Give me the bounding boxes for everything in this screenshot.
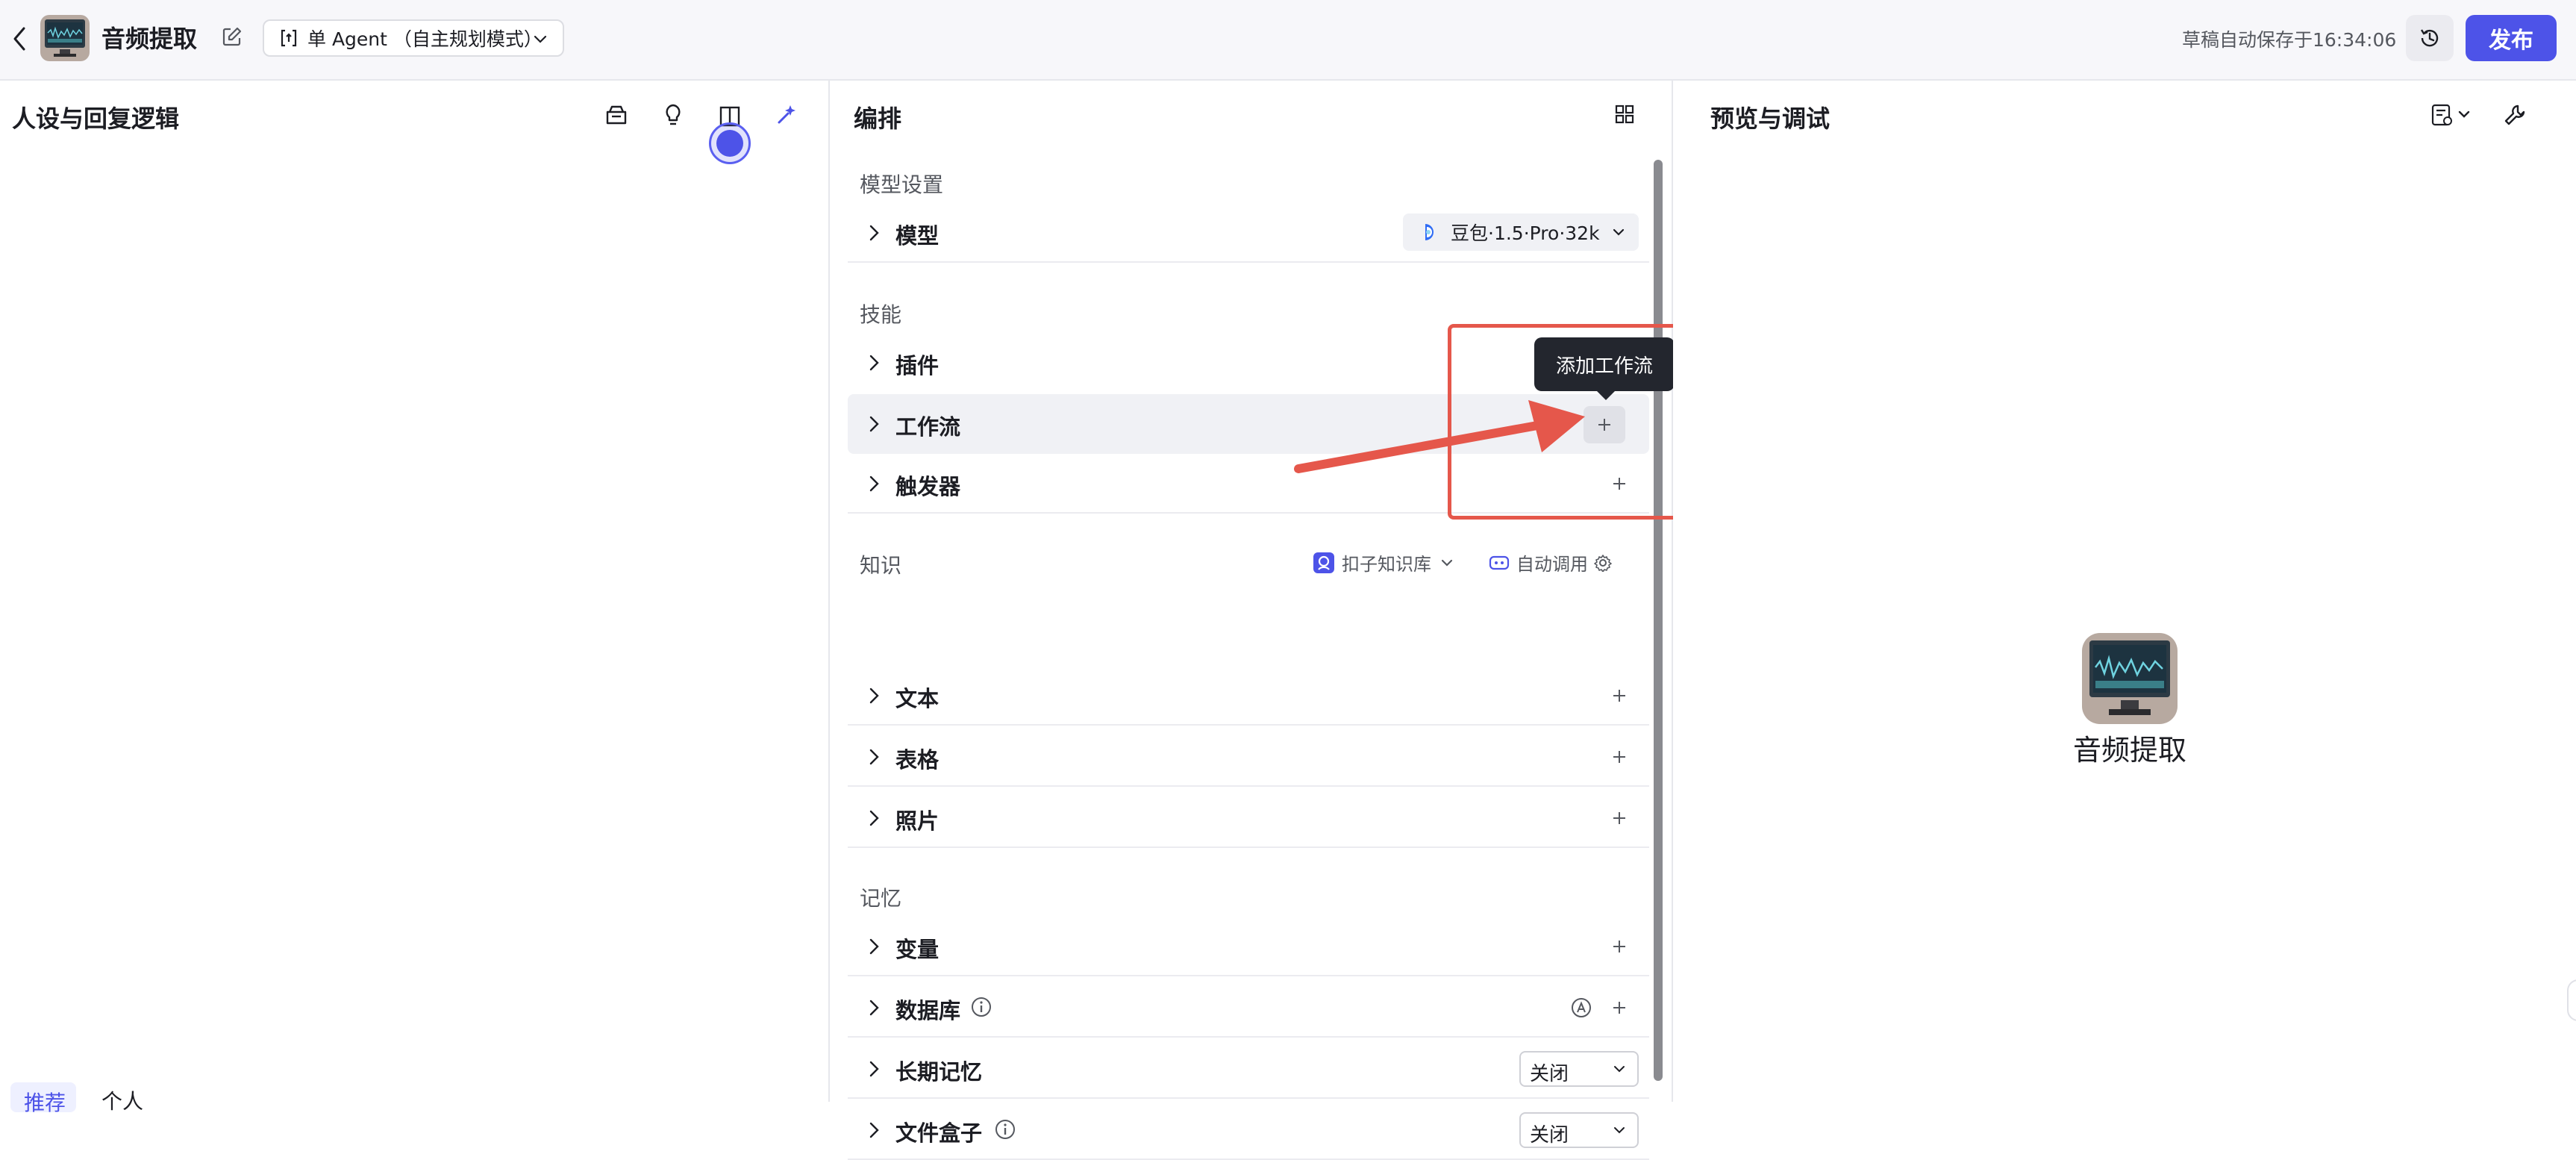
annotation-arrow bbox=[1294, 400, 1585, 473]
wrench-icon[interactable] bbox=[2501, 102, 2528, 128]
chevron-down-icon bbox=[1614, 1127, 1625, 1134]
add-text-icon[interactable] bbox=[1609, 685, 1630, 706]
scrollbar[interactable] bbox=[1654, 160, 1663, 1081]
model-select[interactable]: 豆包·1.5·Pro·32k bbox=[1403, 213, 1639, 251]
chevron-right-icon bbox=[869, 1061, 879, 1077]
edit-icon[interactable] bbox=[221, 25, 243, 48]
app-title: 音频提取 bbox=[101, 25, 198, 53]
chevron-right-icon bbox=[869, 687, 879, 704]
add-variable-icon[interactable] bbox=[1609, 936, 1630, 957]
chevron-right-icon bbox=[869, 355, 879, 371]
top-bar: 音频提取 单 Agent （自主规划模式） 草稿自动保存于16:34:06 发布 bbox=[0, 0, 2576, 81]
save-status: 草稿自动保存于16:34:06 bbox=[2182, 29, 2397, 51]
text-knowledge-label: 文本 bbox=[895, 686, 940, 711]
orchestration-panel: 编排 模型设置 模型 豆包·1.5·Pro·32k 技能 插件 工作流 触发器 bbox=[830, 81, 1672, 1160]
workflow-label: 工作流 bbox=[895, 414, 961, 440]
lightbulb-icon[interactable] bbox=[660, 102, 687, 128]
chevron-right-icon bbox=[869, 749, 879, 765]
table-knowledge-label: 表格 bbox=[895, 747, 940, 773]
chevron-right-icon bbox=[869, 1122, 879, 1138]
tab-recommended[interactable]: 推荐 bbox=[10, 1082, 76, 1115]
info-icon[interactable] bbox=[970, 996, 992, 1018]
model-row[interactable]: 模型 豆包·1.5·Pro·32k bbox=[848, 203, 1649, 263]
model-row-label: 模型 bbox=[895, 223, 940, 249]
history-icon bbox=[2420, 29, 2439, 47]
memory-label: 记忆 bbox=[860, 886, 902, 911]
chevron-right-icon bbox=[869, 475, 879, 492]
publish-button[interactable]: 发布 bbox=[2466, 15, 2557, 61]
bot-name: 音频提取 bbox=[2072, 734, 2186, 767]
photo-knowledge-label: 照片 bbox=[895, 808, 940, 834]
knowledge-source-select[interactable]: 扣子知识库 bbox=[1312, 549, 1455, 576]
add-database-icon[interactable] bbox=[1609, 997, 1630, 1018]
file-box-label: 文件盒子 bbox=[895, 1120, 983, 1146]
plugins-label: 插件 bbox=[895, 353, 940, 378]
long-term-memory-label: 长期记忆 bbox=[895, 1059, 983, 1085]
knowledge-row-text[interactable]: 文本 bbox=[848, 666, 1649, 726]
chevron-right-icon bbox=[869, 416, 879, 432]
orchestration-title: 编排 bbox=[854, 105, 902, 133]
settings-gear-icon[interactable] bbox=[1594, 554, 1612, 572]
debug-log-dropdown-icon[interactable] bbox=[2430, 102, 2476, 128]
app-avatar bbox=[40, 15, 90, 61]
preview-title: 预览与调试 bbox=[1710, 105, 1831, 133]
chevron-right-icon bbox=[869, 810, 879, 826]
prompt-library-icon[interactable] bbox=[603, 102, 630, 128]
file-box-value: 关闭 bbox=[1530, 1124, 1569, 1147]
knowledge-label: 知识 bbox=[860, 553, 902, 578]
side-handle[interactable] bbox=[2567, 979, 2576, 1021]
doubao-logo-icon bbox=[1425, 224, 1434, 240]
chevron-right-icon bbox=[869, 1000, 879, 1016]
add-table-icon[interactable] bbox=[1609, 746, 1630, 767]
chevron-down-icon bbox=[1613, 228, 1625, 236]
long-term-memory-select[interactable]: 关闭 bbox=[1519, 1051, 1639, 1087]
auto-mode-icon[interactable] bbox=[1570, 997, 1592, 1019]
memory-row-file-box[interactable]: 文件盒子 关闭 bbox=[848, 1100, 1649, 1160]
model-settings-label: 模型设置 bbox=[860, 172, 944, 197]
chevron-down-icon bbox=[534, 35, 547, 43]
auto-call-icon bbox=[1489, 555, 1510, 570]
memory-row-database[interactable]: 数据库 bbox=[848, 978, 1649, 1038]
knowledge-mode-label: 自动调用 bbox=[1516, 554, 1588, 575]
chevron-right-icon bbox=[869, 225, 879, 241]
long-term-memory-value: 关闭 bbox=[1530, 1063, 1569, 1085]
knowledge-base-icon bbox=[1313, 552, 1334, 573]
info-icon[interactable] bbox=[994, 1118, 1016, 1141]
knowledge-source-label: 扣子知识库 bbox=[1342, 554, 1431, 575]
agent-mode-select[interactable]: 单 Agent （自主规划模式） bbox=[263, 19, 564, 57]
variables-label: 变量 bbox=[895, 937, 940, 962]
model-name: 豆包·1.5·Pro·32k bbox=[1451, 222, 1600, 244]
skills-label: 技能 bbox=[860, 302, 902, 327]
triggers-label: 触发器 bbox=[895, 474, 961, 499]
preview-panel: 预览与调试 bbox=[1673, 81, 2576, 1102]
chevron-down-icon bbox=[1614, 1066, 1625, 1073]
layout-grid-icon[interactable] bbox=[1612, 102, 1637, 127]
memory-row-long-term[interactable]: 长期记忆 关闭 bbox=[848, 1039, 1649, 1099]
sparkle-magic-icon[interactable] bbox=[773, 102, 800, 128]
file-box-select[interactable]: 关闭 bbox=[1519, 1112, 1639, 1148]
bot-avatar bbox=[2082, 633, 2178, 724]
persona-title: 人设与回复逻辑 bbox=[12, 105, 180, 133]
chevron-right-icon bbox=[869, 938, 879, 955]
persona-panel: 人设与回复逻辑 推荐 个人 bbox=[0, 81, 828, 1115]
memory-row-variables[interactable]: 变量 bbox=[848, 917, 1649, 976]
history-button[interactable] bbox=[2406, 15, 2454, 61]
database-label: 数据库 bbox=[895, 998, 961, 1023]
chevron-down-icon bbox=[1441, 559, 1453, 567]
back-arrow-icon[interactable] bbox=[10, 22, 28, 55]
recording-indicator bbox=[709, 122, 751, 164]
knowledge-row-table[interactable]: 表格 bbox=[848, 727, 1649, 787]
agent-mode-label: 单 Agent （自主规划模式） bbox=[307, 28, 543, 50]
knowledge-row-photo[interactable]: 照片 bbox=[848, 788, 1649, 848]
knowledge-call-mode[interactable]: 自动调用 bbox=[1488, 549, 1612, 576]
agent-mode-icon bbox=[281, 29, 297, 47]
tab-personal[interactable]: 个人 bbox=[101, 1085, 143, 1115]
add-photo-icon[interactable] bbox=[1609, 808, 1630, 829]
